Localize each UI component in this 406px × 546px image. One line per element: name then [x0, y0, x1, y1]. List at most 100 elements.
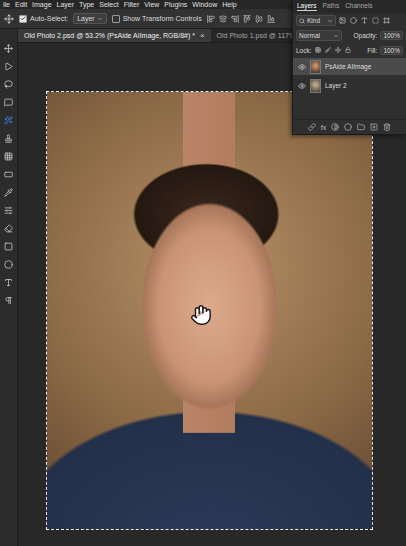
layers-panel: Layers Paths Channels Kind Normal Opacity:100…: [292, 0, 406, 135]
tool-button[interactable]: [2, 151, 16, 162]
close-tab-button[interactable]: ×: [200, 31, 205, 40]
panel-tabs: Layers Paths Channels: [293, 0, 406, 13]
rectangle-icon: [4, 170, 13, 179]
align-middle-icon[interactable]: [255, 15, 263, 23]
eye-icon: [298, 63, 306, 71]
type-filter-icon: [361, 17, 368, 24]
type-icon: [4, 278, 13, 287]
tool-button[interactable]: [2, 79, 16, 90]
fill-field[interactable]: 100%: [380, 46, 403, 55]
eraser-icon: [4, 224, 13, 233]
menu-item[interactable]: View: [144, 0, 159, 9]
visibility-toggle[interactable]: [297, 82, 306, 90]
tool-button[interactable]: [2, 97, 16, 108]
pilcrow-icon: [4, 296, 13, 305]
lock-position-icon: [335, 47, 341, 53]
layer-name: PsAide AIImage: [325, 63, 371, 70]
tool-button[interactable]: [2, 169, 16, 180]
folder-icon[interactable]: [357, 123, 365, 131]
tool-button[interactable]: [2, 205, 16, 216]
panel-tab[interactable]: Channels: [345, 2, 372, 11]
photo[interactable]: [47, 92, 372, 529]
stamp-icon: [4, 134, 13, 143]
panel-footer: fx: [293, 119, 406, 134]
opacity-field[interactable]: 100%: [380, 31, 403, 40]
align-left-icon[interactable]: [207, 15, 215, 23]
chevron-down-icon: [97, 16, 103, 22]
play-icon: [4, 62, 13, 71]
tool-button[interactable]: [2, 187, 16, 198]
tool-button[interactable]: [2, 277, 16, 288]
pixel-filter-icon: [339, 17, 346, 24]
chevron-down-icon: [333, 33, 339, 39]
eye-icon: [298, 82, 306, 90]
lock-row: Lock: Fill:100%: [293, 43, 406, 57]
lock-all-icon: [345, 47, 351, 53]
tool-button[interactable]: [2, 133, 16, 144]
layer-row[interactable]: PsAide AIImage: [293, 58, 406, 75]
tool-button[interactable]: [2, 241, 16, 252]
chevron-down-icon: [327, 18, 333, 24]
transform-checkbox[interactable]: [112, 15, 120, 23]
tool-button[interactable]: [2, 223, 16, 234]
adjustment-icon[interactable]: [344, 123, 352, 131]
tool-button[interactable]: [2, 43, 16, 54]
link-icon[interactable]: [308, 123, 316, 131]
auto-select-checkbox[interactable]: [19, 15, 27, 23]
visibility-toggle[interactable]: [297, 63, 306, 71]
sliders-icon: [4, 206, 13, 215]
trash-icon[interactable]: [383, 123, 391, 131]
align-right-icon[interactable]: [231, 15, 239, 23]
tool-button[interactable]: [2, 259, 16, 270]
panel-tab[interactable]: Layers: [297, 2, 317, 11]
panel-tab[interactable]: Paths: [323, 2, 340, 11]
align-bottom-icon[interactable]: [267, 15, 275, 23]
menu-item[interactable]: Help: [222, 0, 236, 9]
auto-select-label: Auto-Select:: [30, 15, 68, 22]
layer-name: Layer 2: [325, 82, 347, 89]
fill-label: Fill:: [367, 47, 377, 54]
transform-label: Show Transform Controls: [123, 15, 202, 22]
align-center-icon[interactable]: [219, 15, 227, 23]
square-icon: [4, 242, 13, 251]
mask-icon[interactable]: [331, 123, 339, 131]
tool-button[interactable]: [2, 61, 16, 72]
target-dropdown[interactable]: Layer: [73, 13, 107, 24]
filter-row: Kind: [293, 13, 406, 28]
menu-item[interactable]: Window: [192, 0, 217, 9]
auto-select-option[interactable]: Auto-Select:: [19, 15, 68, 23]
tool-button[interactable]: [2, 115, 16, 126]
menu-item[interactable]: Image: [32, 0, 51, 9]
layer-thumbnail: [310, 79, 321, 93]
layer-style-button[interactable]: fx: [321, 124, 326, 131]
opacity-label: Opacity:: [354, 32, 378, 39]
layer-row[interactable]: Layer 2: [293, 77, 406, 94]
toolbar: [0, 29, 18, 546]
align-top-icon[interactable]: [243, 15, 251, 23]
new-layer-icon[interactable]: [370, 123, 378, 131]
layer-thumbnail: [310, 60, 321, 74]
lock-label: Lock:: [296, 47, 312, 54]
menu-item[interactable]: Layer: [57, 0, 75, 9]
document-tab[interactable]: Old Photo 2.psd @ 53.2% (PsAide AIImage,…: [18, 29, 211, 42]
layer-list: PsAide AIImage Layer 2: [293, 57, 406, 119]
move-icon: [4, 44, 13, 53]
menu-item[interactable]: Type: [79, 0, 94, 9]
eyedropper-icon: [4, 188, 13, 197]
smart-filter-icon: [383, 17, 390, 24]
menu-item[interactable]: Plugins: [164, 0, 187, 9]
photoshop-window: ile Edit Image Layer Type Select Filter View Plu…: [0, 0, 406, 546]
lock-pixels-icon: [315, 47, 321, 53]
filter-select[interactable]: Kind: [296, 15, 336, 26]
blend-mode-select[interactable]: Normal: [296, 30, 342, 41]
document-tab[interactable]: Old Photo 1.psd @ 117%: [211, 29, 302, 42]
lasso-icon: [4, 80, 13, 89]
shape-filter-icon: [372, 17, 379, 24]
check-icon: [20, 15, 26, 22]
tool-button[interactable]: [2, 295, 16, 306]
transform-option[interactable]: Show Transform Controls: [112, 15, 202, 23]
menu-item[interactable]: Filter: [124, 0, 140, 9]
menu-item[interactable]: Edit: [15, 0, 27, 9]
menu-item[interactable]: ile: [3, 0, 10, 9]
menu-item[interactable]: Select: [99, 0, 118, 9]
